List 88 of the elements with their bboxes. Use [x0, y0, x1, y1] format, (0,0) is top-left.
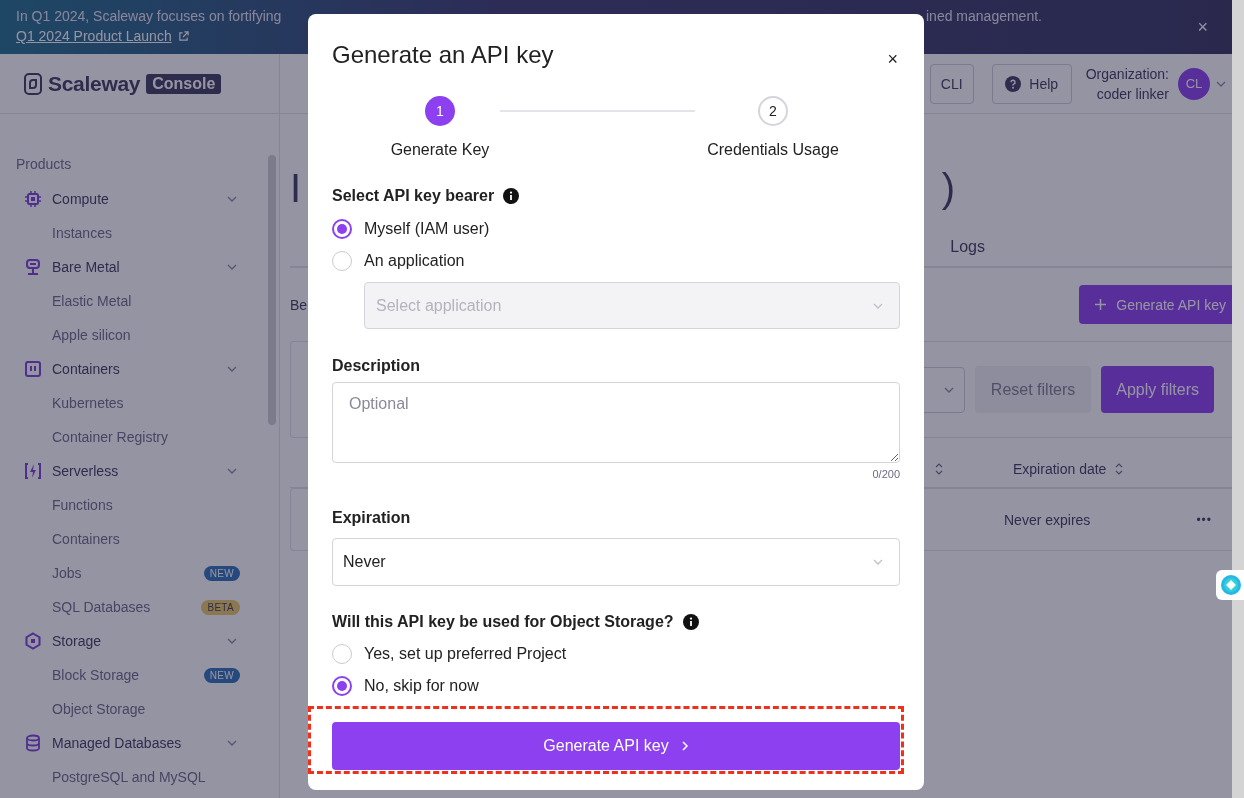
sidebar-item[interactable]: Serverless — [16, 454, 240, 488]
sidebar-item[interactable]: Bare Metal — [16, 250, 240, 284]
chevron-down-icon — [227, 194, 237, 204]
sidebar-item[interactable]: Block Storage NEW — [16, 658, 240, 692]
field-label: Description — [332, 356, 420, 376]
console-badge: Console — [146, 73, 222, 94]
field-label: Expiration — [332, 508, 411, 528]
chevron-down-icon — [227, 636, 237, 646]
sidebar-item[interactable]: Compute — [16, 182, 240, 216]
dialog-title: Generate an API key — [332, 40, 554, 70]
radio-label[interactable]: Myself (IAM user) — [364, 220, 490, 238]
radio-button[interactable] — [332, 219, 352, 239]
box-icon — [24, 360, 42, 378]
logo-icon — [24, 72, 42, 95]
sort-icon — [1114, 461, 1125, 476]
chevron-down-icon — [227, 738, 237, 748]
field-label: Select API key bearer — [332, 186, 495, 206]
more-menu-button[interactable]: ••• — [1196, 512, 1212, 527]
banner-text: ined management. — [926, 8, 1042, 24]
sidebar-item[interactable]: Containers — [16, 352, 240, 386]
chevron-down-icon — [227, 364, 237, 374]
info-icon — [682, 614, 699, 630]
status-badge: NEW — [203, 565, 240, 581]
chip-icon — [24, 190, 42, 208]
section-heading: Products — [16, 155, 73, 174]
assistant-widget[interactable] — [1216, 570, 1244, 600]
banner-text: In Q1 2024, Scaleway focuses on fortifying — [16, 8, 283, 24]
sidebar-item[interactable]: Container Registry — [16, 420, 240, 454]
sidebar-item[interactable]: Apple silicon — [16, 318, 240, 352]
external-link-icon — [177, 30, 189, 42]
organization-label: Organization: — [1085, 64, 1169, 84]
status-badge: NEW — [203, 667, 240, 683]
sidebar-item[interactable]: Containers — [16, 522, 240, 556]
chevron-right-icon — [680, 741, 689, 751]
step-number: 2 — [758, 96, 788, 126]
sidebar-item[interactable]: PostgreSQL and MySQL — [16, 760, 240, 794]
expiration-select[interactable]: Never — [332, 538, 900, 586]
character-counter: 0/200 — [871, 467, 900, 481]
chevron-down-icon — [227, 262, 237, 272]
page-title: ) — [941, 165, 955, 211]
chevron-down-icon — [227, 466, 237, 476]
column-header[interactable]: Expiration date — [1013, 460, 1107, 477]
monitor-icon — [24, 258, 42, 276]
table-cell: Never expires — [1004, 511, 1091, 528]
generate-api-key-button[interactable]: Generate API key — [1079, 285, 1232, 324]
close-button[interactable]: × — [887, 50, 898, 68]
database-icon — [24, 734, 42, 752]
radio-label[interactable]: Yes, set up preferred Project — [364, 645, 567, 663]
help-icon — [1005, 75, 1022, 92]
bolt-icon — [24, 462, 42, 480]
description-field[interactable]: Optional — [332, 382, 900, 463]
sidebar-item[interactable]: Instances — [16, 216, 240, 250]
sidebar-item[interactable]: Object Storage — [16, 692, 240, 726]
help-button[interactable]: Help — [991, 63, 1072, 104]
hexagon-icon — [24, 632, 42, 650]
generate-api-key-button[interactable]: Generate API key — [332, 722, 900, 770]
field-label: Will this API key be used for Object Storage? — [332, 612, 674, 632]
sidebar-item[interactable]: Functions — [16, 488, 240, 522]
step-label: Generate Key — [390, 140, 490, 160]
scrollbar[interactable] — [1232, 0, 1244, 798]
diamond-icon — [1221, 575, 1241, 595]
apply-filters-button[interactable]: Apply filters — [1101, 366, 1214, 413]
sidebar-item[interactable]: Managed Databases — [16, 726, 240, 760]
radio-button[interactable] — [332, 676, 352, 696]
cli-button[interactable]: CLI — [929, 63, 974, 104]
close-button[interactable]: × — [1197, 18, 1208, 36]
scrollbar[interactable] — [268, 155, 276, 425]
step-number: 1 — [425, 96, 455, 126]
logo-text: Scaleway — [48, 71, 141, 96]
radio-label[interactable]: No, skip for now — [364, 677, 479, 695]
plus-icon — [1095, 299, 1107, 310]
intro-text: Be — [290, 296, 308, 313]
organization-name: coder linker — [1096, 84, 1169, 104]
info-icon — [503, 188, 520, 204]
avatar[interactable]: CL — [1178, 67, 1210, 100]
sidebar-item[interactable]: Elastic Metal — [16, 284, 240, 318]
product-launch-link[interactable]: Q1 2024 Product Launch — [16, 28, 189, 44]
chevron-down-icon — [873, 557, 883, 567]
radio-label[interactable]: An application — [364, 252, 465, 270]
step-label: Credentials Usage — [707, 140, 839, 160]
page-title: I — [290, 165, 302, 211]
status-badge: BETA — [201, 599, 240, 615]
sidebar-item[interactable]: Kubernetes — [16, 386, 240, 420]
sidebar-item[interactable]: SQL Databases BETA — [16, 590, 240, 624]
tab[interactable]: Logs — [950, 238, 985, 256]
sidebar-item[interactable]: Jobs NEW — [16, 556, 240, 590]
sort-icon — [934, 461, 944, 476]
sidebar-item[interactable]: Storage — [16, 624, 240, 658]
